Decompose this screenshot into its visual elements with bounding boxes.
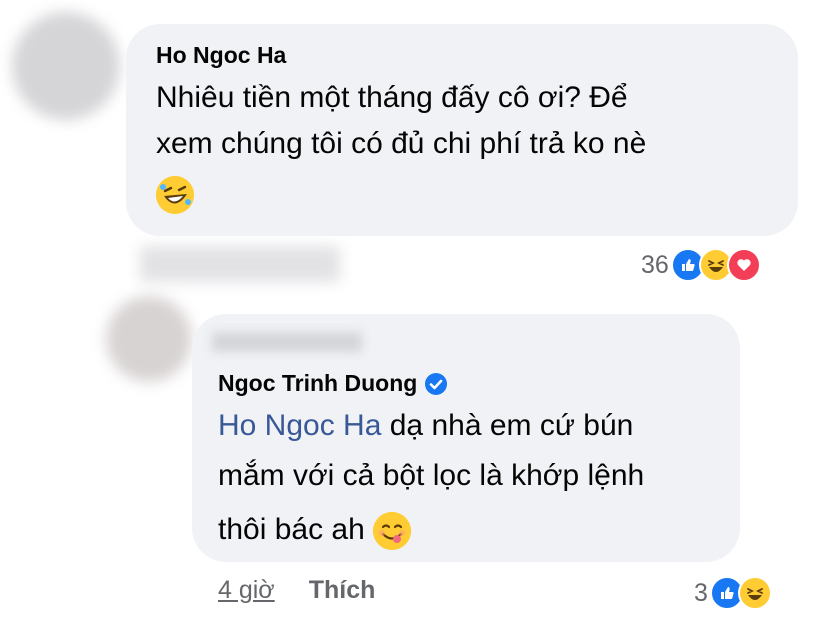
avatar-blurred [12, 12, 120, 120]
love-reaction-icon [726, 248, 761, 282]
reply-text-line: mắm với cả bột lọc là khớp lệnh [218, 459, 645, 492]
haha-reaction-icon [737, 576, 772, 610]
reply-meta-row: 4 giờ Thích [218, 576, 375, 605]
comment-text-line: xem chúng tôi có đủ chi phí trả ko nè [156, 127, 647, 160]
comment-bubble: Ho Ngoc Ha Nhiêu tiền một tháng đấy cô ơ… [126, 24, 798, 236]
comment-text-line: Nhiêu tiền một tháng đấy cô ơi? Để [156, 81, 628, 114]
reply-reactions[interactable]: 3 [694, 576, 772, 610]
blurred-reply-line [140, 246, 340, 282]
reply-author-label: Ngoc Trinh Duong [218, 370, 418, 396]
reply-text: Ho Ngoc Ha dạ nhà em cứ bún mắm với cả b… [218, 403, 740, 553]
reaction-count: 36 [641, 250, 669, 279]
reply-bubble: Ngoc Trinh Duong Ho Ngoc Ha dạ nhà em cứ… [192, 314, 740, 562]
reply-text-fragment: thôi bác ah [218, 513, 374, 546]
comment-text: Nhiêu tiền một tháng đấy cô ơi? Để xem c… [156, 75, 798, 217]
reply-author-name[interactable]: Ngoc Trinh Duong [218, 370, 740, 397]
mention-link[interactable]: Ho Ngoc Ha [218, 409, 381, 442]
like-button[interactable]: Thích [309, 576, 376, 605]
verified-badge-icon [425, 372, 448, 395]
reply-text-line: Ho Ngoc Ha dạ nhà em cứ bún [218, 403, 740, 449]
comment-author-name[interactable]: Ho Ngoc Ha [156, 42, 798, 69]
reply-timestamp[interactable]: 4 giờ [218, 576, 275, 605]
comment-reactions[interactable]: 36 [641, 248, 761, 282]
reaction-count: 3 [694, 578, 708, 607]
reply-text-line: thôi bác ah [218, 507, 740, 553]
rolling-laughing-emoji-icon [156, 176, 194, 215]
reply-text-fragment: dạ nhà em cứ bún [381, 409, 634, 442]
avatar-blurred-reply [106, 296, 192, 382]
blurred-reply-header [212, 332, 362, 352]
savoring-food-emoji-icon [373, 512, 412, 551]
